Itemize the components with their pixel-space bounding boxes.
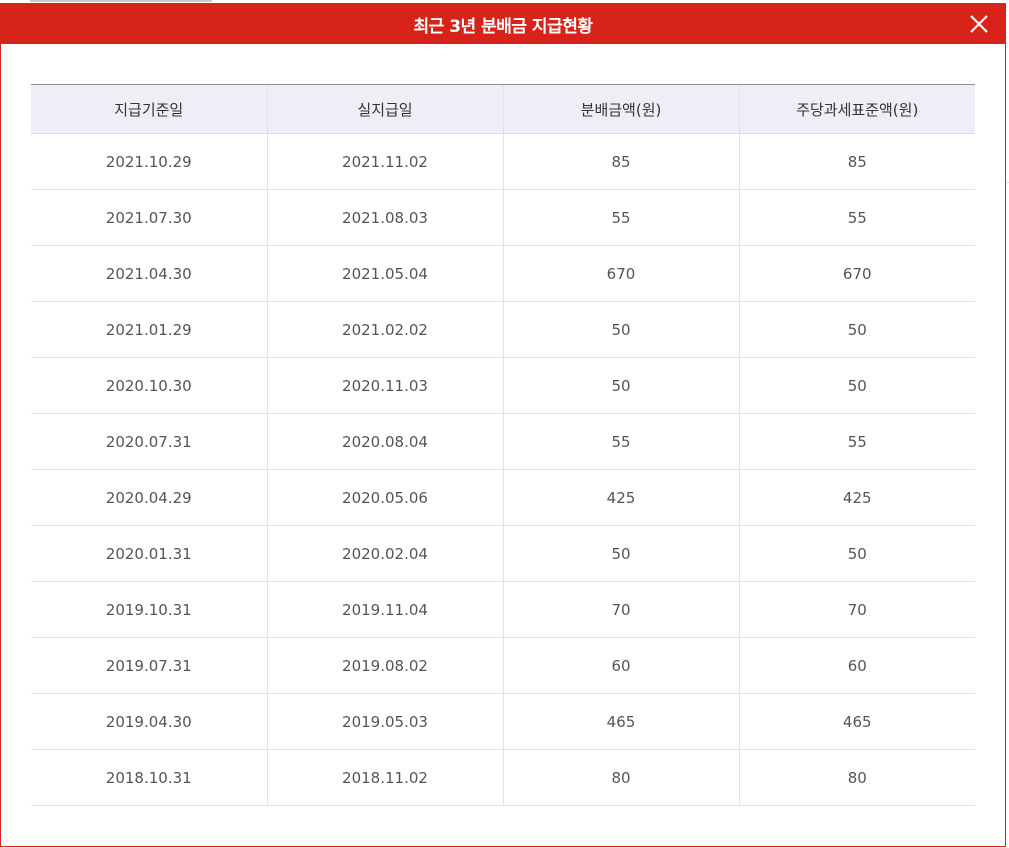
close-button[interactable] [967,12,991,36]
record-date-cell: 2020.04.29 [31,469,267,526]
taxable-amount-cell: 50 [738,301,975,358]
payment-date-cell: 2019.08.02 [266,637,503,694]
distribution-amount-cell: 80 [502,749,739,806]
taxable-amount-cell: 80 [738,749,975,806]
payment-date-cell: 2019.11.04 [266,581,503,638]
dialog-title: 최근 3년 분배금 지급현황 [413,16,593,37]
payment-date-cell: 2018.11.02 [266,749,503,806]
distribution-amount-cell: 50 [502,301,739,358]
table-row: 2021.04.30 2021.05.04 670 670 [31,245,975,302]
payment-date-cell: 2020.08.04 [266,413,503,470]
payment-date-cell: 2021.08.03 [266,189,503,246]
record-date-cell: 2020.10.30 [31,357,267,414]
distribution-amount-cell: 50 [502,357,739,414]
record-date-cell: 2021.10.29 [31,133,267,190]
distribution-amount-cell: 60 [502,637,739,694]
distribution-amount-cell: 465 [502,693,739,750]
distribution-amount-cell: 70 [502,581,739,638]
taxable-amount-cell: 50 [738,357,975,414]
table-row: 2020.04.29 2020.05.06 425 425 [31,469,975,526]
table-row: 2020.07.31 2020.08.04 55 55 [31,413,975,470]
table-row: 2020.01.31 2020.02.04 50 50 [31,525,975,582]
column-header-record-date: 지급기준일 [31,84,267,134]
payment-date-cell: 2019.05.03 [266,693,503,750]
table-row: 2021.10.29 2021.11.02 85 85 [31,133,975,190]
taxable-amount-cell: 60 [738,637,975,694]
taxable-amount-cell: 50 [738,525,975,582]
table-row: 2018.10.31 2018.11.02 80 80 [31,749,975,806]
dialog-header: 최근 3년 분배금 지급현황 [1,4,1005,44]
distribution-amount-cell: 55 [502,189,739,246]
distribution-history-dialog: 최근 3년 분배금 지급현황 지급기준일 실지급일 분배금액(원) 주당과세표준… [0,3,1006,847]
distribution-amount-cell: 85 [502,133,739,190]
taxable-amount-cell: 85 [738,133,975,190]
table-row: 2020.10.30 2020.11.03 50 50 [31,357,975,414]
table-row: 2021.07.30 2021.08.03 55 55 [31,189,975,246]
taxable-amount-cell: 670 [738,245,975,302]
distribution-table-container: 지급기준일 실지급일 분배금액(원) 주당과세표준액(원) 2021.10.29… [31,84,975,806]
distribution-amount-cell: 670 [502,245,739,302]
record-date-cell: 2019.04.30 [31,693,267,750]
record-date-cell: 2020.07.31 [31,413,267,470]
payment-date-cell: 2020.02.04 [266,525,503,582]
record-date-cell: 2020.01.31 [31,525,267,582]
payment-date-cell: 2020.11.03 [266,357,503,414]
record-date-cell: 2021.01.29 [31,301,267,358]
record-date-cell: 2018.10.31 [31,749,267,806]
distribution-amount-cell: 50 [502,525,739,582]
taxable-amount-cell: 70 [738,581,975,638]
payment-date-cell: 2021.02.02 [266,301,503,358]
close-icon [970,15,988,33]
payment-date-cell: 2021.11.02 [266,133,503,190]
table-row: 2019.07.31 2019.08.02 60 60 [31,637,975,694]
taxable-amount-cell: 425 [738,469,975,526]
table-header-row: 지급기준일 실지급일 분배금액(원) 주당과세표준액(원) [31,84,975,134]
taxable-amount-cell: 55 [738,189,975,246]
background-divider [30,0,212,2]
payment-date-cell: 2020.05.06 [266,469,503,526]
record-date-cell: 2021.04.30 [31,245,267,302]
record-date-cell: 2021.07.30 [31,189,267,246]
distribution-table: 지급기준일 실지급일 분배금액(원) 주당과세표준액(원) 2021.10.29… [31,84,975,806]
record-date-cell: 2019.07.31 [31,637,267,694]
taxable-amount-cell: 465 [738,693,975,750]
column-header-distribution-amount: 분배금액(원) [502,84,739,134]
distribution-amount-cell: 425 [502,469,739,526]
column-header-payment-date: 실지급일 [266,84,503,134]
table-body: 2021.10.29 2021.11.02 85 85 2021.07.30 2021.0… [31,133,975,806]
table-row: 2019.04.30 2019.05.03 465 465 [31,693,975,750]
table-row: 2021.01.29 2021.02.02 50 50 [31,301,975,358]
distribution-amount-cell: 55 [502,413,739,470]
payment-date-cell: 2021.05.04 [266,245,503,302]
table-row: 2019.10.31 2019.11.04 70 70 [31,581,975,638]
record-date-cell: 2019.10.31 [31,581,267,638]
taxable-amount-cell: 55 [738,413,975,470]
column-header-taxable-amount: 주당과세표준액(원) [738,84,975,134]
